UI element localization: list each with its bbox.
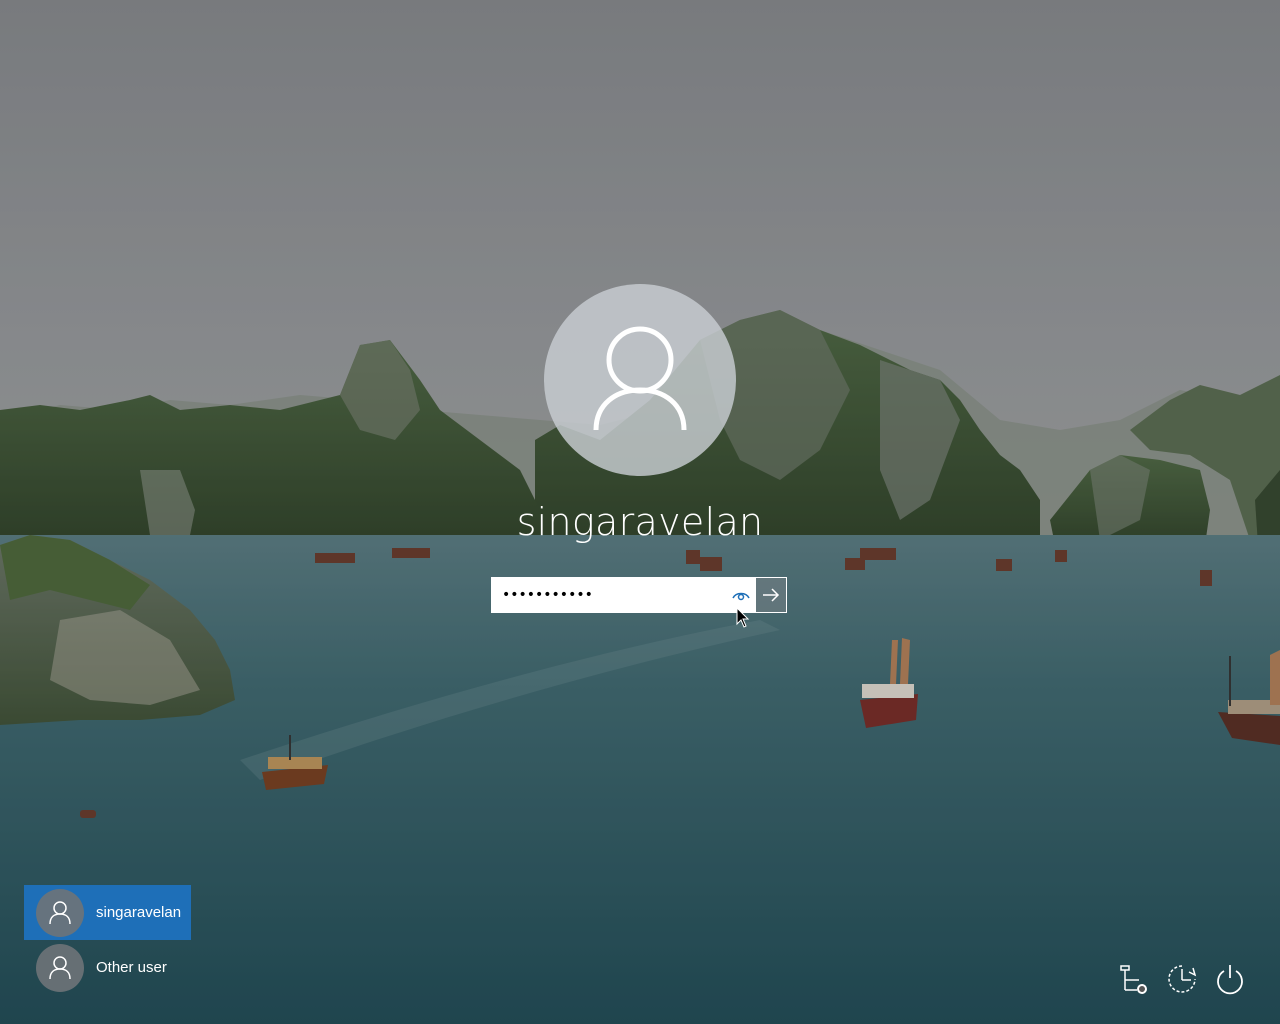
mouse-cursor-icon [736,607,750,628]
user-avatar-icon [593,326,687,431]
user-avatar-icon [36,888,84,937]
lock-screen: singaravelan ••••••••••• singaravelan Ot… [0,0,1280,1024]
password-value: ••••••••••• [502,587,593,603]
user-tile-label: singaravelan [96,904,182,921]
user-tile-other-user[interactable]: Other user [24,940,191,995]
system-tray [1000,955,1280,1005]
user-avatar-large [544,284,736,476]
user-tile-label: Other user [96,959,167,976]
power-icon[interactable] [1212,961,1248,997]
user-avatar-icon [36,943,84,992]
password-input[interactable]: ••••••••••• [492,578,755,612]
user-tile-singaravelan[interactable]: singaravelan [24,885,191,940]
submit-button[interactable] [755,578,786,612]
username-label: singaravelan [516,500,764,544]
arrow-right-icon [763,588,780,602]
network-icon[interactable] [1116,961,1152,997]
user-list: singaravelan Other user [24,885,191,995]
ease-of-access-icon[interactable] [1164,961,1200,997]
